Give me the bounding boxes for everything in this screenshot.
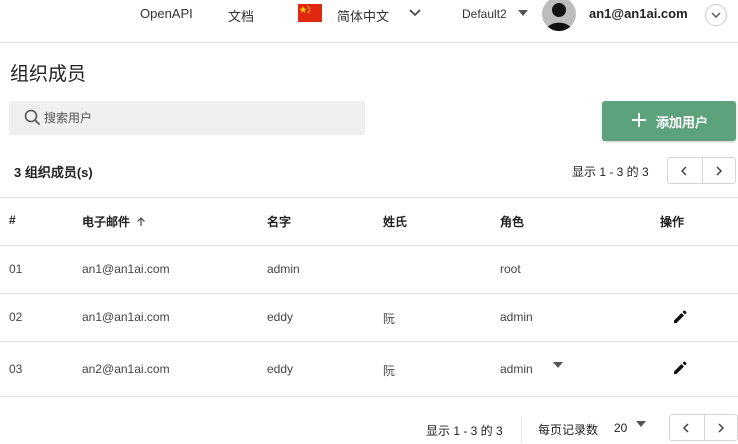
row-number: 01: [9, 262, 23, 276]
edit-pencil-icon[interactable]: [673, 310, 687, 324]
row-divider: [0, 341, 738, 342]
rows-per-page-select[interactable]: 20: [614, 421, 627, 435]
chevron-left-icon: [680, 166, 687, 176]
column-header-role[interactable]: 角色: [500, 213, 524, 230]
caret-down-icon[interactable]: [636, 421, 646, 427]
row-first-name: eddy: [267, 310, 294, 324]
user-menu-button[interactable]: [705, 4, 727, 26]
table-bottom-border: [0, 396, 738, 397]
user-email[interactable]: an1@an1ai.com: [589, 6, 688, 21]
pager-top: [667, 157, 736, 184]
footer-pagination-range: 显示 1 - 3 的 3: [426, 424, 503, 438]
language-selector[interactable]: 简体中文: [337, 6, 389, 25]
pagination-range: 显示 1 - 3 的 3: [572, 165, 649, 179]
search-box: [9, 101, 365, 135]
search-icon: [24, 109, 41, 126]
avatar[interactable]: [542, 0, 576, 31]
role-select[interactable]: admin: [500, 362, 533, 376]
row-email: an1@an1ai.com: [82, 310, 170, 324]
plus-icon: [632, 113, 646, 127]
chevron-left-icon: [682, 423, 689, 433]
tenant-selector[interactable]: Default2: [462, 7, 507, 21]
edit-pencil-icon[interactable]: [673, 361, 687, 375]
chevron-right-icon: [716, 166, 723, 176]
table-top-border: [0, 197, 738, 198]
china-flag-icon[interactable]: [298, 4, 322, 22]
nav-openapi-link[interactable]: OpenAPI: [140, 6, 193, 21]
search-input[interactable]: [44, 101, 354, 135]
row-number: 02: [9, 310, 23, 324]
column-header-actions: 操作: [660, 215, 685, 229]
column-header-number: #: [9, 213, 16, 227]
next-page-button[interactable]: [703, 158, 737, 183]
member-count: 3 组织成员(s): [14, 165, 93, 180]
next-page-button[interactable]: [705, 415, 738, 440]
row-email: an1@an1ai.com: [82, 262, 170, 276]
row-number: 03: [9, 362, 23, 376]
chevron-down-icon: [711, 12, 721, 18]
row-email: an2@an1ai.com: [82, 362, 170, 376]
rows-per-page-label: 每页记录数: [538, 423, 599, 437]
row-role: root: [500, 262, 521, 276]
prev-page-button[interactable]: [668, 158, 702, 183]
column-header-email[interactable]: 电子邮件: [82, 213, 130, 230]
top-bar: OpenAPI 文档 简体中文 Default2 an1@an1ai.com: [0, 0, 738, 43]
row-first-name: admin: [267, 262, 300, 276]
add-user-button[interactable]: 添加用户: [602, 101, 736, 141]
prev-page-button[interactable]: [670, 415, 704, 440]
row-divider: [0, 293, 738, 294]
nav-docs-link[interactable]: 文档: [228, 6, 254, 25]
sort-ascending-icon[interactable]: [136, 216, 146, 227]
column-header-last-name[interactable]: 姓氏: [383, 213, 407, 230]
add-user-label: 添加用户: [656, 115, 709, 130]
row-last-name: 阮: [383, 312, 396, 326]
caret-down-icon[interactable]: [518, 10, 528, 16]
footer-divider: [521, 416, 522, 442]
row-role: admin: [500, 310, 533, 324]
page-title: 组织成员: [10, 64, 87, 85]
row-divider: [0, 245, 738, 246]
row-last-name: 阮: [383, 364, 396, 378]
chevron-right-icon: [718, 423, 725, 433]
pager-bottom: [669, 414, 738, 441]
row-first-name: eddy: [267, 362, 294, 376]
chevron-down-icon[interactable]: [409, 9, 421, 17]
caret-down-icon[interactable]: [553, 362, 563, 368]
column-header-first-name[interactable]: 名字: [267, 213, 291, 230]
